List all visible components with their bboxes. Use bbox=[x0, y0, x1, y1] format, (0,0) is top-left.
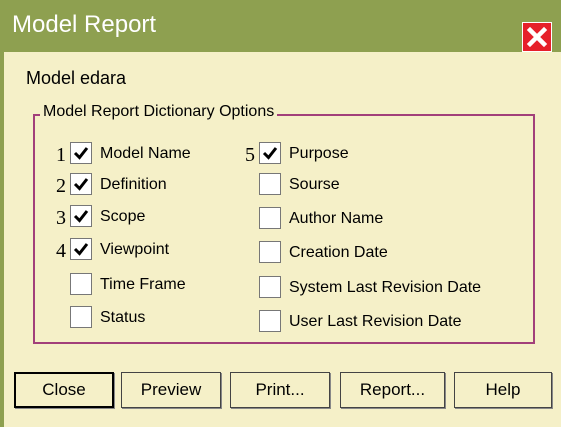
time-frame-label: Time Frame bbox=[100, 276, 186, 293]
checkmark-icon bbox=[262, 147, 278, 160]
definition-label: Definition bbox=[100, 176, 167, 193]
author-name-checkbox[interactable] bbox=[259, 207, 281, 229]
checkmark-icon bbox=[73, 178, 89, 191]
window-close-button[interactable] bbox=[522, 22, 552, 52]
print-button[interactable]: Print... bbox=[230, 372, 330, 408]
model-report-dialog: Model Report Model edara Model Report Di… bbox=[0, 0, 561, 427]
window-left-border bbox=[0, 52, 4, 427]
time-frame-checkbox[interactable] bbox=[70, 273, 92, 295]
option-number: 4 bbox=[56, 240, 66, 262]
option-number: 1 bbox=[56, 144, 66, 166]
creation-date-checkbox[interactable] bbox=[259, 241, 281, 263]
checkmark-icon bbox=[73, 243, 89, 256]
close-button[interactable]: Close bbox=[14, 372, 114, 408]
report-button[interactable]: Report... bbox=[340, 372, 445, 408]
scope-label: Scope bbox=[100, 208, 146, 225]
model-name-checkbox[interactable] bbox=[70, 142, 92, 164]
help-button[interactable]: Help bbox=[454, 372, 552, 408]
author-name-label: Author Name bbox=[289, 210, 384, 227]
option-number: 5 bbox=[245, 144, 255, 166]
checkmark-icon bbox=[73, 210, 89, 223]
dictionary-options-legend: Model Report Dictionary Options bbox=[40, 103, 278, 121]
status-checkbox[interactable] bbox=[70, 306, 92, 328]
user-last-revision-date-checkbox[interactable] bbox=[259, 310, 281, 332]
option-number: 3 bbox=[56, 207, 66, 229]
model-name-label: Model Name bbox=[100, 145, 191, 162]
title-bar[interactable]: Model Report bbox=[0, 0, 561, 52]
user-last-revision-date-label: User Last Revision Date bbox=[289, 313, 462, 330]
status-label: Status bbox=[100, 309, 146, 326]
close-x-icon bbox=[526, 26, 548, 48]
purpose-label: Purpose bbox=[289, 145, 349, 162]
definition-checkbox[interactable] bbox=[70, 173, 92, 195]
preview-button[interactable]: Preview bbox=[121, 372, 221, 408]
viewpoint-label: Viewpoint bbox=[100, 241, 170, 258]
sourse-label: Sourse bbox=[289, 176, 340, 193]
system-last-revision-date-checkbox[interactable] bbox=[259, 276, 281, 298]
scope-checkbox[interactable] bbox=[70, 205, 92, 227]
viewpoint-checkbox[interactable] bbox=[70, 238, 92, 260]
option-number: 2 bbox=[56, 175, 66, 197]
checkmark-icon bbox=[73, 147, 89, 160]
sourse-checkbox[interactable] bbox=[259, 173, 281, 195]
creation-date-label: Creation Date bbox=[289, 244, 388, 261]
window-title: Model Report bbox=[12, 11, 157, 38]
purpose-checkbox[interactable] bbox=[259, 142, 281, 164]
system-last-revision-date-label: System Last Revision Date bbox=[289, 279, 482, 296]
model-name-label: Model edara bbox=[26, 68, 127, 88]
